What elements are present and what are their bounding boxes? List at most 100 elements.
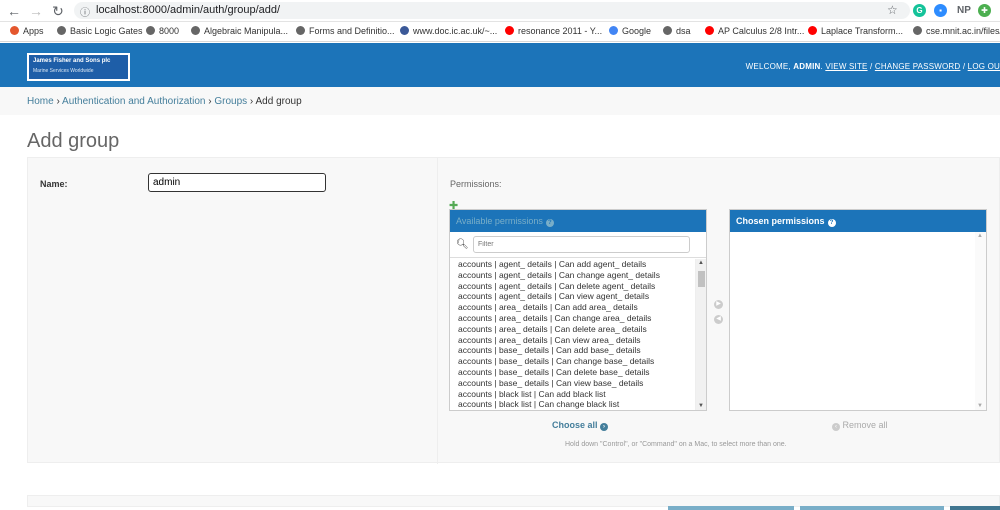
breadcrumb-separator: › <box>53 96 63 107</box>
scroll-down-icon[interactable]: ▼ <box>698 403 704 409</box>
bookmark-star-icon[interactable]: ☆ <box>887 3 898 17</box>
scroll-down-icon[interactable]: ▼ <box>977 403 983 409</box>
available-permissions-box: Available permissions? 🔍︎ accounts | age… <box>449 209 707 411</box>
chosen-list-scrollbar[interactable]: ▲ ▼ <box>975 232 986 410</box>
breadcrumb-separator: › <box>247 96 256 107</box>
choose-all-button[interactable]: Choose all › <box>552 420 609 431</box>
change-password-link[interactable]: CHANGE PASSWORD <box>875 62 961 71</box>
permission-option[interactable]: accounts | agent_ details | Can delete a… <box>458 281 695 292</box>
choose-all-arrow-icon: › <box>600 423 609 431</box>
available-list-scrollbar[interactable]: ▲ ▼ <box>695 259 706 410</box>
permission-option[interactable]: accounts | agent_ details | Can view age… <box>458 291 695 302</box>
permission-option[interactable]: accounts | base_ details | Can view base… <box>458 378 695 389</box>
bookmark-item[interactable]: Forms and Definitio... <box>296 26 395 36</box>
logo-subtitle: Marine Services Worldwide <box>33 68 94 74</box>
chosen-permissions-header: Chosen permissions? <box>730 210 986 232</box>
available-permissions-header: Available permissions? <box>450 210 706 232</box>
company-logo[interactable]: James Fisher and Sons plc Marine Service… <box>27 53 130 81</box>
bookmark-label: Google <box>622 26 652 36</box>
logout-link[interactable]: LOG OU <box>968 62 1000 71</box>
scroll-up-icon[interactable]: ▲ <box>977 233 983 239</box>
bookmark-label: www.doc.ic.ac.uk/~... <box>413 26 498 36</box>
page-title: Add group <box>27 130 120 152</box>
permission-option[interactable]: accounts | agent_ details | Can add agen… <box>458 259 695 270</box>
bookmark-item[interactable]: resonance 2011 - Y... <box>505 26 602 36</box>
filter-row: 🔍︎ <box>450 232 706 258</box>
extension-icon[interactable]: ✚ <box>978 4 991 17</box>
bookmark-label: resonance 2011 - Y... <box>518 26 603 36</box>
bookmark-favicon-icon <box>505 26 514 35</box>
group-form: Name: Permissions: ✚ Available permissio… <box>27 157 1000 464</box>
remove-all-button[interactable]: ‹ Remove all <box>832 420 888 431</box>
chosen-permissions-box: Chosen permissions? ▲ ▼ <box>729 209 987 411</box>
bookmark-item[interactable]: Apps <box>10 26 44 36</box>
breadcrumb: Home › Authentication and Authorization … <box>0 87 1000 115</box>
breadcrumb-current: Add group <box>255 96 302 107</box>
available-permissions-list[interactable]: accounts | agent_ details | Can add agen… <box>450 259 695 410</box>
bookmark-item[interactable]: cse.mnit.ac.in/files/... <box>913 26 1000 36</box>
bookmark-favicon-icon <box>146 26 155 35</box>
bookmark-item[interactable]: Laplace Transform... <box>808 26 903 36</box>
bookmark-label: dsa <box>676 26 691 36</box>
name-input[interactable] <box>148 173 326 192</box>
bookmark-favicon-icon <box>705 26 714 35</box>
username: ADMIN <box>793 62 821 71</box>
grammarly-icon[interactable]: G <box>913 4 926 17</box>
bookmark-label: 8000 <box>159 26 180 36</box>
breadcrumb-home[interactable]: Home <box>27 96 54 107</box>
breadcrumb-app[interactable]: Authentication and Authorization <box>62 96 205 107</box>
permission-option[interactable]: accounts | black list | Can add black li… <box>458 389 695 400</box>
permission-option[interactable]: accounts | base_ details | Can add base_… <box>458 345 695 356</box>
help-icon[interactable]: ? <box>827 219 836 227</box>
bookmark-favicon-icon <box>913 26 922 35</box>
back-arrow-icon[interactable]: ← <box>6 3 22 19</box>
help-icon[interactable]: ? <box>545 219 554 227</box>
permission-option[interactable]: accounts | base_ details | Can change ba… <box>458 356 695 367</box>
bookmark-label: Basic Logic Gates <box>70 26 143 36</box>
url-text[interactable]: localhost:8000/admin/auth/group/add/ <box>96 4 280 16</box>
bookmark-label: Algebraic Manipula... <box>204 26 289 36</box>
help-text: Hold down "Control", or "Command" on a M… <box>565 441 787 448</box>
bookmark-favicon-icon <box>296 26 305 35</box>
breadcrumb-model[interactable]: Groups <box>214 96 247 107</box>
bookmark-item[interactable]: Google <box>609 26 651 36</box>
bookmark-label: AP Calculus 2/8 Intr... <box>718 26 805 36</box>
bookmark-favicon-icon <box>663 26 672 35</box>
bookmark-item[interactable]: Basic Logic Gates <box>57 26 143 36</box>
logo-title: James Fisher and Sons plc <box>33 58 111 64</box>
welcome-text: WELCOME, <box>745 62 794 71</box>
permission-option[interactable]: accounts | black list | Can change black… <box>458 399 695 410</box>
permission-option[interactable]: accounts | area_ details | Can view area… <box>458 335 695 346</box>
scrollbar-thumb[interactable] <box>698 271 705 287</box>
bookmark-favicon-icon <box>808 26 817 35</box>
reload-icon[interactable]: ↻ <box>50 3 66 19</box>
choose-all-label: Choose all <box>552 420 598 430</box>
bookmark-label: cse.mnit.ac.in/files/... <box>926 26 1000 36</box>
bookmark-item[interactable]: dsa <box>663 26 691 36</box>
permission-option[interactable]: accounts | agent_ details | Can change a… <box>458 270 695 281</box>
filter-input[interactable] <box>473 236 690 253</box>
browser-toolbar: ← → ↻ ⓘ localhost:8000/admin/auth/group/… <box>0 0 1000 22</box>
bookmark-item[interactable]: 8000 <box>146 26 179 36</box>
bookmark-item[interactable]: Algebraic Manipula... <box>191 26 288 36</box>
view-site-link[interactable]: VIEW SITE <box>825 62 867 71</box>
bookmark-item[interactable]: www.doc.ic.ac.uk/~... <box>400 26 497 36</box>
scroll-up-icon[interactable]: ▲ <box>698 260 704 266</box>
chosen-permissions-title: Chosen permissions <box>736 216 825 226</box>
name-fieldset: Name: <box>28 158 438 464</box>
forward-arrow-icon[interactable]: → <box>28 3 44 19</box>
permission-option[interactable]: accounts | area_ details | Can change ar… <box>458 313 695 324</box>
bookmark-favicon-icon <box>191 26 200 35</box>
remove-selected-arrow-icon[interactable]: ◀ <box>714 315 723 324</box>
add-selected-arrow-icon[interactable]: ▶ <box>714 300 723 309</box>
available-permissions-title: Available permissions <box>456 216 543 226</box>
bookmark-item[interactable]: AP Calculus 2/8 Intr... <box>705 26 804 36</box>
bookmark-favicon-icon <box>57 26 66 35</box>
permission-option[interactable]: accounts | area_ details | Can delete ar… <box>458 324 695 335</box>
permission-option[interactable]: accounts | base_ details | Can delete ba… <box>458 367 695 378</box>
permission-option[interactable]: accounts | area_ details | Can add area_… <box>458 302 695 313</box>
zoom-icon[interactable]: ▪ <box>934 4 947 17</box>
extension-np[interactable]: NP <box>957 5 971 16</box>
info-icon[interactable]: ⓘ <box>80 4 90 19</box>
bookmarks-bar: Apps Basic Logic Gates 8000 Algebraic Manip… <box>0 22 1000 42</box>
